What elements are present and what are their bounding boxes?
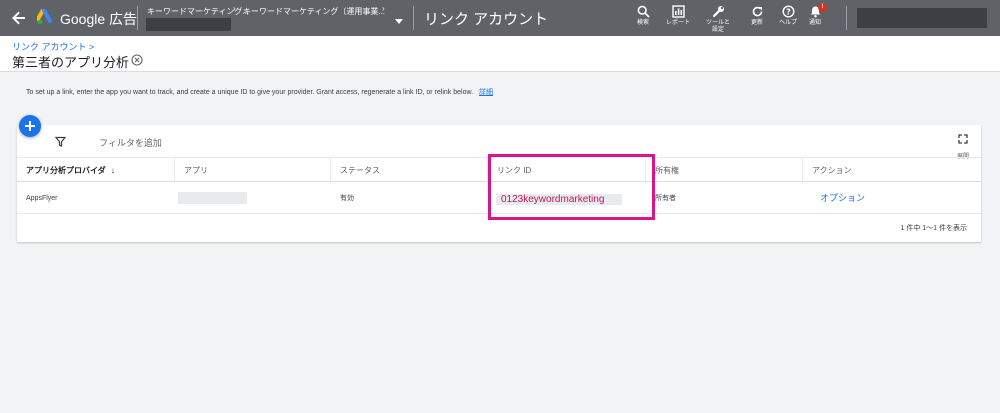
search-tool[interactable]: 検索 xyxy=(628,5,658,27)
refresh-icon xyxy=(752,6,762,17)
divider xyxy=(846,6,847,30)
link-id-highlight-box xyxy=(488,154,655,220)
page-header: リンク アカウント > 第三者のアプリ分析 xyxy=(0,36,1000,72)
options-link[interactable]: オプション xyxy=(820,183,865,214)
refresh-tool[interactable]: 更新 xyxy=(742,5,772,27)
sort-arrow-down-icon: ↓ xyxy=(110,166,115,175)
expand-button[interactable]: 展開 xyxy=(953,131,973,160)
search-icon xyxy=(637,5,650,18)
help-tool[interactable]: ? ヘルプ xyxy=(773,5,803,27)
learn-more-link[interactable]: 詳細 xyxy=(479,89,493,96)
tool-label: レポート xyxy=(665,20,690,26)
divider xyxy=(137,6,138,30)
column-header-app[interactable]: アプリ xyxy=(175,158,331,183)
report-tool[interactable]: レポート xyxy=(663,5,693,27)
account-crumb-2[interactable]: キーワードマーケティング（運用事業... xyxy=(243,6,385,17)
google-ads-logo-icon xyxy=(37,9,52,25)
help-icon: ? xyxy=(781,5,795,18)
account-dropdown-icon[interactable] xyxy=(395,19,403,24)
report-icon xyxy=(671,5,685,18)
svg-text:?: ? xyxy=(786,7,791,16)
redacted-account-id xyxy=(146,18,231,31)
column-header-action[interactable]: アクション xyxy=(803,158,981,183)
chevron-right-icon: › xyxy=(382,4,385,13)
info-text-line: To set up a link, enter the app you want… xyxy=(26,87,493,97)
tool-label: 通知 xyxy=(808,20,821,26)
tool-label: ツールと 設定 xyxy=(705,20,730,33)
notifications-tool[interactable]: ! 通知 xyxy=(800,3,830,27)
tools-settings-tool[interactable]: ツールと 設定 xyxy=(703,5,733,34)
wrench-icon xyxy=(712,6,724,18)
pagination-info: 1 件中 1〜1 件を表示 xyxy=(900,225,967,232)
notification-badge: ! xyxy=(818,3,827,12)
fullscreen-icon xyxy=(958,134,968,144)
redacted-app-name xyxy=(178,192,247,204)
page-section-title: リンク アカウント xyxy=(424,11,549,28)
top-bar: Google 広告 キーワードマーケティング... キーワードマーケティング（運… xyxy=(0,0,1000,36)
filter-icon[interactable] xyxy=(55,136,66,147)
tool-label: ヘルプ xyxy=(778,20,797,26)
column-header-provider[interactable]: アプリ分析プロバイダ ↓ xyxy=(17,158,175,183)
tool-label: 検索 xyxy=(636,20,649,26)
plus-icon xyxy=(25,121,35,131)
divider xyxy=(413,6,414,30)
close-circle-icon[interactable] xyxy=(131,54,143,66)
add-filter-button[interactable]: フィルタを追加 xyxy=(99,136,162,149)
column-header-status[interactable]: ステータス xyxy=(331,158,488,183)
info-text: To set up a link, enter the app you want… xyxy=(26,89,474,96)
tool-label: 更新 xyxy=(750,20,763,26)
column-header-label: アプリ分析プロバイダ xyxy=(26,166,106,175)
page-title: 第三者のアプリ分析 xyxy=(12,55,130,70)
cell-provider: AppsFlyer xyxy=(26,195,58,202)
add-button[interactable] xyxy=(19,115,41,137)
column-header-ownership[interactable]: 所有権 xyxy=(646,158,803,183)
cell-status: 有効 xyxy=(340,195,354,202)
brand-name: Google 広告 xyxy=(60,11,138,27)
chevron-right-icon: › xyxy=(233,4,236,13)
redacted-user-account[interactable] xyxy=(857,8,987,28)
back-arrow-icon[interactable] xyxy=(10,9,28,27)
